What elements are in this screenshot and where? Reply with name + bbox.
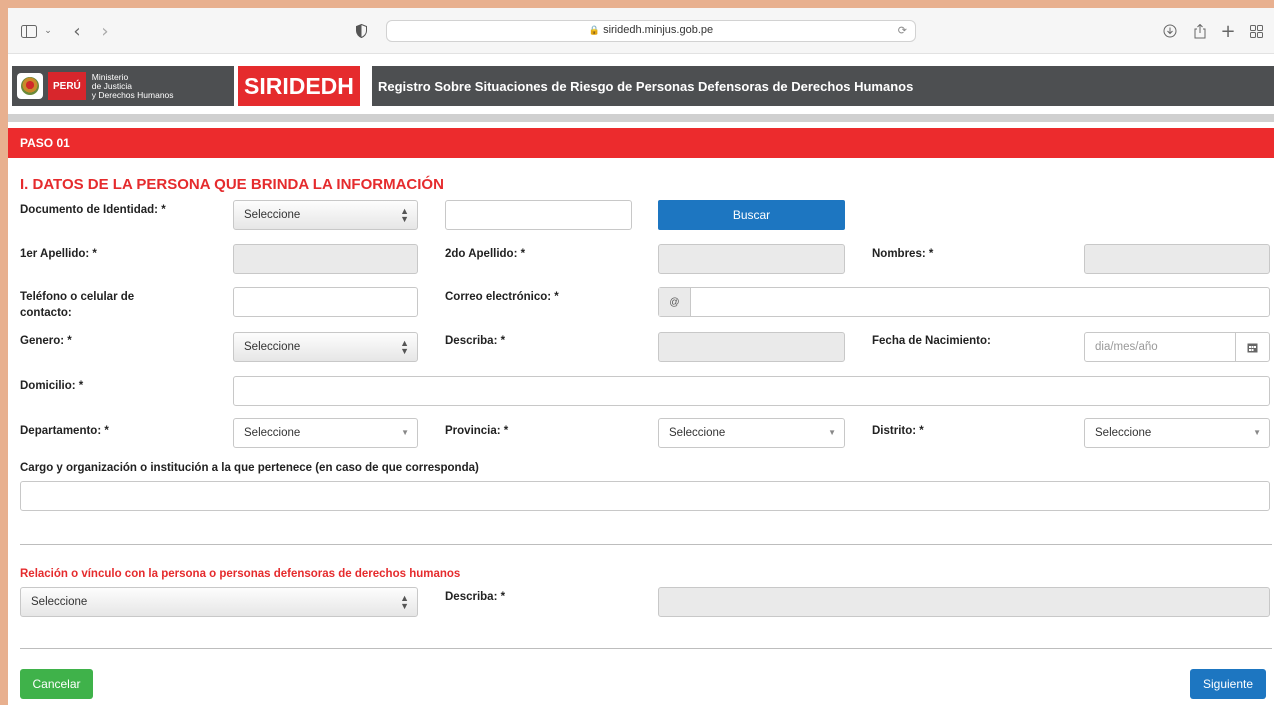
fecha-label: Fecha de Nacimiento: [872,335,991,347]
apellido2-label: 2do Apellido: * [445,248,526,260]
peru-label: PERÚ [48,72,86,100]
section-divider [20,544,1272,545]
download-icon[interactable] [1162,21,1178,41]
calendar-icon[interactable] [1235,333,1269,361]
domicilio-input[interactable] [233,376,1270,406]
select-arrows-icon: ▲ ▼ [400,338,409,356]
describa-input[interactable] [658,332,845,362]
forward-icon[interactable]: › [98,21,112,42]
ministry-logo[interactable]: PERÚ Ministerio de Justicia y Derechos H… [12,66,234,106]
address-bar[interactable]: 🔒 siridedh.minjus.gob.pe ⟳ [386,20,916,42]
provincia-select[interactable]: Seleccione ▼ [658,418,845,448]
site-header: PERÚ Ministerio de Justicia y Derechos H… [8,54,1274,122]
share-icon[interactable] [1192,21,1208,41]
ministry-name: Ministerio de Justicia y Derechos Humano… [91,71,174,100]
chevron-down-icon: ▼ [401,428,409,437]
cargo-label: Cargo y organización o institución a la … [20,462,479,474]
genero-label: Genero: * [20,335,72,347]
relation-describa-label: Describa: * [445,591,506,603]
back-icon[interactable]: ‹ [70,21,84,42]
distrito-label: Distrito: * [872,425,924,437]
at-sign-icon: @ [659,288,691,316]
departamento-label: Departamento: * [20,425,109,437]
provincia-label: Provincia: * [445,425,509,437]
nombres-label: Nombres: * [872,248,934,260]
tab-overview-icon[interactable] [1248,21,1264,41]
header-divider [8,114,1274,122]
translate-reload-icons[interactable]: ⟳ [898,24,907,37]
relation-describa-input[interactable] [658,587,1270,617]
genero-select[interactable]: Seleccione ▲ ▼ [233,332,418,362]
nombres-input[interactable] [1084,244,1270,274]
coat-of-arms-icon [17,73,43,99]
cancel-button[interactable]: Cancelar [20,669,93,699]
tab-menu-chevron-icon[interactable]: ⌄ [42,21,54,41]
sidebar-toggle-icon[interactable] [20,21,38,41]
privacy-shield-icon[interactable] [354,21,368,41]
telefono-label: Teléfono o celular de contacto: [20,291,135,319]
relation-title: Relación o vínculo con la persona o pers… [20,568,461,580]
relation-select[interactable]: Seleccione ▲ ▼ [20,587,418,617]
correo-label: Correo electrónico: * [445,291,559,303]
fecha-input[interactable]: dia/mes/año [1084,332,1270,362]
browser-window: ⌄ ‹ › 🔒siridedh.minjus.gob.pe ⟳ + PERÚ [8,8,1274,705]
correo-input[interactable]: @ [658,287,1270,317]
next-button[interactable]: Siguiente [1190,669,1266,699]
apellido1-label: 1er Apellido: * [20,248,97,260]
browser-toolbar: ⌄ ‹ › 🔒 siridedh.minjus.gob.pe ⟳ + [8,8,1274,54]
footer-divider [20,648,1272,649]
telefono-input[interactable] [233,287,418,317]
chevron-down-icon: ▼ [1253,428,1261,437]
apellido1-input[interactable] [233,244,418,274]
select-arrows-icon: ▲ ▼ [400,593,409,611]
departamento-select[interactable]: Seleccione ▼ [233,418,418,448]
buscar-button[interactable]: Buscar [658,200,845,230]
describa-label: Describa: * [445,335,506,347]
cargo-input[interactable] [20,481,1270,511]
address-bar-url: 🔒 siridedh.minjus.gob.pe [588,24,714,36]
step-bar: PASO 01 [8,128,1274,158]
section-title: I. DATOS DE LA PERSONA QUE BRINDA LA INF… [20,176,444,193]
documento-number-input[interactable] [445,200,632,230]
select-arrows-icon: ▲ ▼ [400,206,409,224]
domicilio-label: Domicilio: * [20,380,84,392]
app-name: SIRIDEDH [238,66,360,106]
chevron-down-icon: ▼ [828,428,836,437]
app-subtitle: Registro Sobre Situaciones de Riesgo de … [372,66,1274,106]
apellido2-input[interactable] [658,244,845,274]
lock-icon: 🔒 [588,25,601,35]
documento-label: Documento de Identidad: * [20,204,166,216]
new-tab-icon[interactable]: + [1220,21,1236,42]
distrito-select[interactable]: Seleccione ▼ [1084,418,1270,448]
documento-select[interactable]: Seleccione ▲ ▼ [233,200,418,230]
